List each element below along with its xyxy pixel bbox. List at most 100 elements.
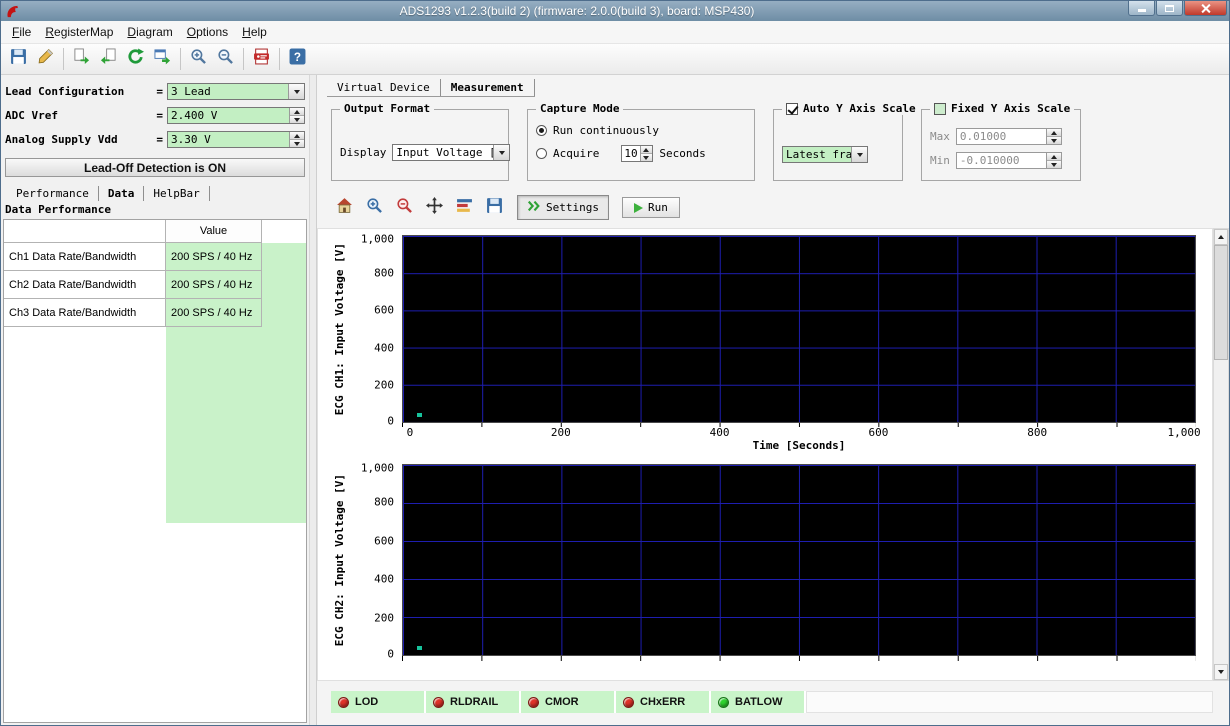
menu-file[interactable]: File	[5, 23, 38, 41]
tab-helpbar[interactable]: HelpBar	[144, 186, 209, 201]
toolbar-edit-button[interactable]	[32, 46, 59, 72]
spin-up-icon[interactable]	[641, 146, 653, 154]
rldrail-indicator: RLDRAIL	[426, 691, 521, 713]
auto-y-checkbox[interactable]	[786, 103, 798, 115]
table-header-row: Value	[4, 220, 306, 243]
scroll-down-button[interactable]	[1214, 664, 1228, 680]
save-icon	[486, 197, 503, 219]
ch2-y-axis-label: ECG CH2: Input Voltage [V]	[333, 474, 346, 646]
y-min-spinner[interactable]: -0.010000	[956, 152, 1062, 169]
toolbar-zoom-in-button[interactable]	[185, 46, 212, 72]
chart-legend-button[interactable]	[451, 195, 478, 220]
spinner-buttons[interactable]	[289, 108, 304, 123]
spin-up-icon[interactable]	[290, 108, 304, 116]
close-button[interactable]	[1184, 1, 1227, 16]
chart-toolbar: Settings Run	[331, 195, 1229, 220]
toolbar-export-button[interactable]	[149, 46, 176, 72]
fixed-y-scale-group: Fixed Y Axis Scale Max 0.01000 Min -0.01…	[921, 109, 1081, 181]
charts-region: ECG CH1: Input Voltage [V] 1,000 800 600…	[317, 228, 1229, 681]
tab-virtual-device[interactable]: Virtual Device	[327, 79, 441, 96]
menu-options[interactable]: Options	[180, 23, 235, 41]
chart-home-button[interactable]	[331, 195, 358, 220]
table-row: Ch1 Data Rate/Bandwidth 200 SPS / 40 Hz	[4, 243, 306, 271]
equals-sign: =	[156, 109, 163, 122]
toolbar-separator	[279, 48, 280, 70]
chart-zoom-out-button[interactable]	[391, 195, 418, 220]
radio-checked-icon[interactable]	[536, 125, 547, 136]
lead-configuration-select[interactable]: 3 Lead	[167, 83, 305, 100]
y-max-spinner[interactable]: 0.01000	[956, 128, 1062, 145]
left-panel: Lead Configuration = 3 Lead ADC Vref = 2…	[1, 75, 309, 725]
toolbar-save-button[interactable]	[5, 46, 32, 72]
spinner-buttons[interactable]	[289, 132, 304, 147]
auto-y-label: Auto Y Axis Scale	[803, 102, 916, 115]
minimize-button[interactable]	[1128, 1, 1155, 16]
run-button[interactable]: Run	[622, 197, 680, 218]
settings-button[interactable]: Settings	[517, 195, 609, 220]
spin-down-icon[interactable]	[641, 154, 653, 161]
toolbar-help-button[interactable]: ?	[284, 46, 311, 72]
toolbar-refresh-button[interactable]	[122, 46, 149, 72]
write-device-icon	[73, 48, 90, 70]
spin-down-icon[interactable]	[1047, 161, 1061, 168]
play-icon	[634, 203, 643, 213]
ch1-data-marker	[417, 413, 422, 417]
run-label: Run	[648, 201, 668, 214]
measurement-panel: Virtual Device Measurement Output Format…	[317, 75, 1229, 725]
ch1-plot-area[interactable]	[402, 235, 1196, 423]
ch2-plot-area[interactable]	[402, 464, 1196, 656]
panel-splitter[interactable]	[309, 75, 317, 725]
spin-up-icon[interactable]	[1047, 129, 1061, 137]
spin-down-icon[interactable]	[1047, 137, 1061, 144]
equals-sign: =	[156, 85, 163, 98]
scroll-up-button[interactable]	[1214, 229, 1228, 245]
acquire-seconds-spinner[interactable]: 10	[621, 145, 653, 162]
read-device-icon	[100, 48, 117, 70]
toolbar-read-device-button[interactable]	[95, 46, 122, 72]
run-continuously-label: Run continuously	[553, 124, 659, 137]
menu-registermap[interactable]: RegisterMap	[38, 23, 120, 41]
maximize-button[interactable]	[1156, 1, 1183, 16]
leadoff-detection-banner[interactable]: Lead-Off Detection is ON	[5, 158, 305, 177]
window-title: ADS1293 v1.2.3(build 2) (firmware: 2.0.0…	[26, 4, 1128, 18]
spinner-buttons[interactable]	[1046, 129, 1061, 144]
lead-configuration-row: Lead Configuration = 3 Lead	[5, 83, 305, 100]
menu-help[interactable]: Help	[235, 23, 274, 41]
analog-supply-spinner[interactable]: 3.30 V	[167, 131, 305, 148]
chart-save-button[interactable]	[481, 195, 508, 220]
ch1-y-axis-label: ECG CH1: Input Voltage [V]	[333, 243, 346, 415]
radio-unchecked-icon[interactable]	[536, 148, 547, 159]
auto-y-scale-group: Auto Y Axis Scale Latest frame	[773, 109, 903, 181]
adc-vref-spinner[interactable]: 2.400 V	[167, 107, 305, 124]
chart-pan-button[interactable]	[421, 195, 448, 220]
dropdown-arrow-icon[interactable]	[851, 147, 867, 162]
spinner-buttons[interactable]	[1046, 153, 1061, 168]
dropdown-arrow-icon[interactable]	[493, 145, 509, 160]
frame-select[interactable]: Latest frame	[782, 146, 868, 163]
dropdown-arrow-icon[interactable]	[288, 84, 304, 99]
adc-vref-value: 2.400 V	[168, 108, 289, 123]
spinner-buttons[interactable]	[640, 146, 653, 161]
ch1-x-axis-label: Time [Seconds]	[402, 439, 1196, 456]
tab-performance[interactable]: Performance	[7, 186, 99, 201]
charts-scrollbar[interactable]	[1213, 228, 1229, 681]
spin-down-icon[interactable]	[290, 116, 304, 123]
tab-data[interactable]: Data	[99, 186, 145, 201]
zoom-in-icon	[190, 48, 207, 70]
spin-up-icon[interactable]	[1047, 153, 1061, 161]
y-tick: 1,000	[361, 461, 394, 474]
minimize-icon	[1138, 9, 1146, 12]
toolbar-write-device-button[interactable]	[68, 46, 95, 72]
y-tick: 400	[374, 341, 394, 354]
toolbar-pdf-report-button[interactable]	[248, 46, 275, 72]
spin-up-icon[interactable]	[290, 132, 304, 140]
menu-diagram[interactable]: Diagram	[120, 23, 179, 41]
toolbar-zoom-out-button[interactable]	[212, 46, 239, 72]
tab-measurement[interactable]: Measurement	[441, 79, 535, 96]
spin-down-icon[interactable]	[290, 140, 304, 147]
display-format-select[interactable]: Input Voltage [V]	[392, 144, 510, 161]
run-continuously-option[interactable]: Run continuously	[536, 124, 746, 137]
scrollbar-thumb[interactable]	[1214, 245, 1228, 360]
chart-zoom-in-button[interactable]	[361, 195, 388, 220]
fixed-y-checkbox[interactable]	[934, 103, 946, 115]
